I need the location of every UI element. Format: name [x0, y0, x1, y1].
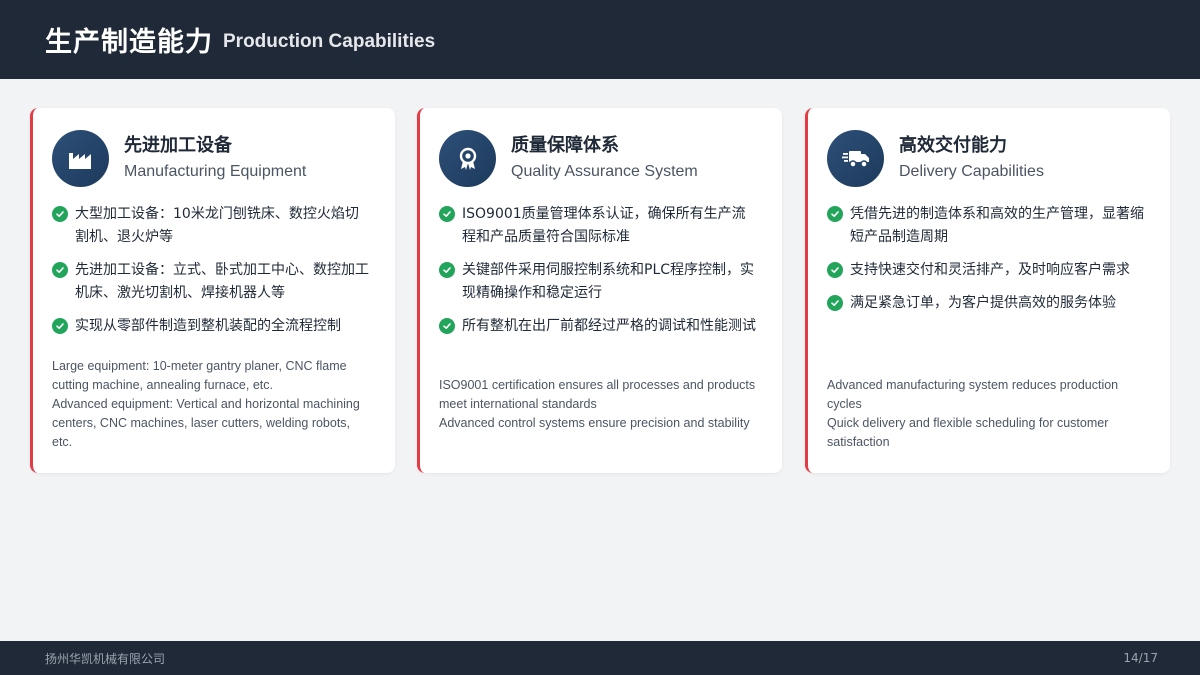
card-title-en: Delivery Capabilities	[899, 162, 1044, 180]
card-header: 高效交付能力 Delivery Capabilities	[827, 130, 1044, 187]
list-item: 大型加工设备：10米龙门刨铣床、数控火焰切割机、退火炉等	[52, 203, 372, 249]
card-delivery-capabilities: 高效交付能力 Delivery Capabilities 凭借先进的制造体系和高…	[805, 108, 1170, 473]
english-note: Advanced manufacturing system reduces pr…	[827, 376, 1147, 452]
note-line: ISO9001 certification ensures all proces…	[439, 378, 756, 411]
check-circle-icon	[827, 262, 843, 278]
check-circle-icon	[439, 206, 455, 222]
list-item: 凭借先进的制造体系和高效的生产管理，显著缩短产品制造周期	[827, 203, 1147, 249]
check-circle-icon	[52, 318, 68, 334]
english-note: ISO9001 certification ensures all proces…	[439, 376, 759, 433]
list-item: 所有整机在出厂前都经过严格的调试和性能测试	[439, 315, 759, 338]
bullet-text: 先进加工设备：立式、卧式加工中心、数控加工机床、激光切割机、焊接机器人等	[75, 262, 369, 301]
list-item: ISO9001质量管理体系认证，确保所有生产流程和产品质量符合国际标准	[439, 203, 759, 249]
card-header: 先进加工设备 Manufacturing Equipment	[52, 130, 306, 187]
bullet-text: 实现从零部件制造到整机装配的全流程控制	[75, 318, 341, 334]
card-header: 质量保障体系 Quality Assurance System	[439, 130, 698, 187]
bullet-text: 支持快速交付和灵活排产，及时响应客户需求	[850, 262, 1130, 278]
english-note: Large equipment: 10-meter gantry planer,…	[52, 357, 372, 452]
list-item: 支持快速交付和灵活排产，及时响应客户需求	[827, 259, 1147, 282]
check-circle-icon	[52, 262, 68, 278]
note-line: Advanced manufacturing system reduces pr…	[827, 378, 1119, 411]
list-item: 关键部件采用伺服控制系统和PLC程序控制，实现精确操作和稳定运行	[439, 259, 759, 305]
capability-cards: 先进加工设备 Manufacturing Equipment 大型加工设备：10…	[30, 108, 1170, 473]
bullet-list: 凭借先进的制造体系和高效的生产管理，显著缩短产品制造周期 支持快速交付和灵活排产…	[827, 203, 1147, 325]
check-circle-icon	[439, 318, 455, 334]
page-number: 14/17	[1123, 651, 1158, 665]
bullet-text: ISO9001质量管理体系认证，确保所有生产流程和产品质量符合国际标准	[462, 206, 746, 245]
bullet-text: 满足紧急订单，为客户提供高效的服务体验	[850, 295, 1116, 311]
truck-fast-icon	[827, 130, 884, 187]
note-line: Quick delivery and flexible scheduling f…	[827, 416, 1109, 449]
award-icon	[439, 130, 496, 187]
card-manufacturing-equipment: 先进加工设备 Manufacturing Equipment 大型加工设备：10…	[30, 108, 395, 473]
bullet-text: 大型加工设备：10米龙门刨铣床、数控火焰切割机、退火炉等	[75, 206, 359, 245]
card-title-cn: 质量保障体系	[511, 134, 619, 156]
footer-bar: 扬州华凯机械有限公司 14/17	[0, 641, 1200, 675]
check-circle-icon	[439, 262, 455, 278]
card-quality-assurance: 质量保障体系 Quality Assurance System ISO9001质…	[417, 108, 782, 473]
header-bar: 生产制造能力 Production Capabilities	[0, 0, 1200, 79]
card-title-en: Quality Assurance System	[511, 162, 698, 180]
factory-icon	[52, 130, 109, 187]
card-title-en: Manufacturing Equipment	[124, 162, 307, 180]
bullet-text: 所有整机在出厂前都经过严格的调试和性能测试	[462, 318, 756, 334]
company-name: 扬州华凯机械有限公司	[45, 651, 166, 666]
note-line: Advanced equipment: Vertical and horizon…	[52, 397, 360, 449]
bullet-list: ISO9001质量管理体系认证，确保所有生产流程和产品质量符合国际标准 关键部件…	[439, 203, 759, 348]
list-item: 满足紧急订单，为客户提供高效的服务体验	[827, 292, 1147, 315]
bullet-text: 凭借先进的制造体系和高效的生产管理，显著缩短产品制造周期	[850, 206, 1144, 245]
note-line: Advanced control systems ensure precisio…	[439, 416, 750, 430]
bullet-list: 大型加工设备：10米龙门刨铣床、数控火焰切割机、退火炉等 先进加工设备：立式、卧…	[52, 203, 372, 348]
card-title-cn: 先进加工设备	[124, 134, 232, 156]
page-title-en: Production Capabilities	[223, 30, 436, 52]
bullet-text: 关键部件采用伺服控制系统和PLC程序控制，实现精确操作和稳定运行	[462, 262, 755, 301]
list-item: 实现从零部件制造到整机装配的全流程控制	[52, 315, 372, 338]
check-circle-icon	[827, 206, 843, 222]
page-title-cn: 生产制造能力	[45, 27, 213, 58]
note-line: Large equipment: 10-meter gantry planer,…	[52, 359, 347, 392]
check-circle-icon	[52, 206, 68, 222]
check-circle-icon	[827, 295, 843, 311]
card-title-cn: 高效交付能力	[899, 134, 1007, 156]
list-item: 先进加工设备：立式、卧式加工中心、数控加工机床、激光切割机、焊接机器人等	[52, 259, 372, 305]
